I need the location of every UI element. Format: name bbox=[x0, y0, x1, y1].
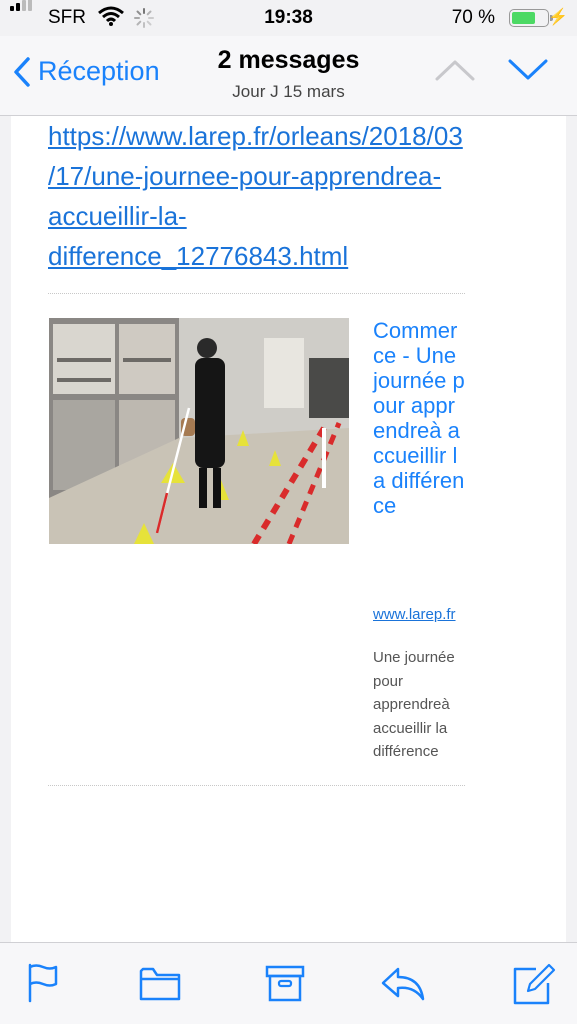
divider bbox=[48, 785, 465, 786]
link-preview-description: Une journée pour apprendreà accueillir l… bbox=[373, 649, 455, 760]
battery-icon bbox=[509, 9, 553, 27]
thread-title: 2 messages bbox=[217, 46, 360, 74]
flag-icon bbox=[28, 963, 58, 1003]
message-body[interactable]: https://www.larep.fr/orleans/2018/03/17/… bbox=[0, 116, 577, 942]
flag-button[interactable] bbox=[26, 963, 60, 1008]
previous-message-button[interactable] bbox=[435, 58, 475, 87]
folder-icon bbox=[139, 967, 181, 1001]
archive-button[interactable] bbox=[265, 963, 305, 1008]
compose-icon bbox=[513, 963, 556, 1005]
link-preview-title[interactable]: Commerce - Une journée pour apprendreà a… bbox=[373, 318, 465, 518]
move-to-folder-button[interactable] bbox=[139, 963, 181, 1008]
bottom-toolbar bbox=[0, 942, 577, 1024]
navigation-bar: Réception 2 messages Jour J 15 mars bbox=[0, 36, 577, 116]
battery-percent: 70 % bbox=[451, 7, 495, 28]
link-preview-image[interactable] bbox=[49, 318, 349, 546]
reply-icon bbox=[381, 967, 425, 1001]
thread-subject: Jour J 15 mars bbox=[232, 82, 345, 101]
compose-button[interactable] bbox=[512, 963, 556, 1010]
chevron-up-icon bbox=[435, 60, 475, 81]
article-link[interactable]: https://www.larep.fr/orleans/2018/03/17/… bbox=[48, 116, 468, 276]
reply-button[interactable] bbox=[380, 963, 426, 1008]
charging-icon: ⚡ bbox=[548, 9, 568, 26]
next-message-button[interactable] bbox=[508, 58, 548, 87]
archive-icon bbox=[265, 965, 305, 1002]
chevron-down-icon bbox=[508, 59, 548, 80]
divider bbox=[48, 293, 465, 294]
status-bar: SFR 19:38 70 % ⚡ bbox=[0, 0, 577, 36]
link-preview-domain[interactable]: www.larep.fr bbox=[373, 606, 456, 623]
